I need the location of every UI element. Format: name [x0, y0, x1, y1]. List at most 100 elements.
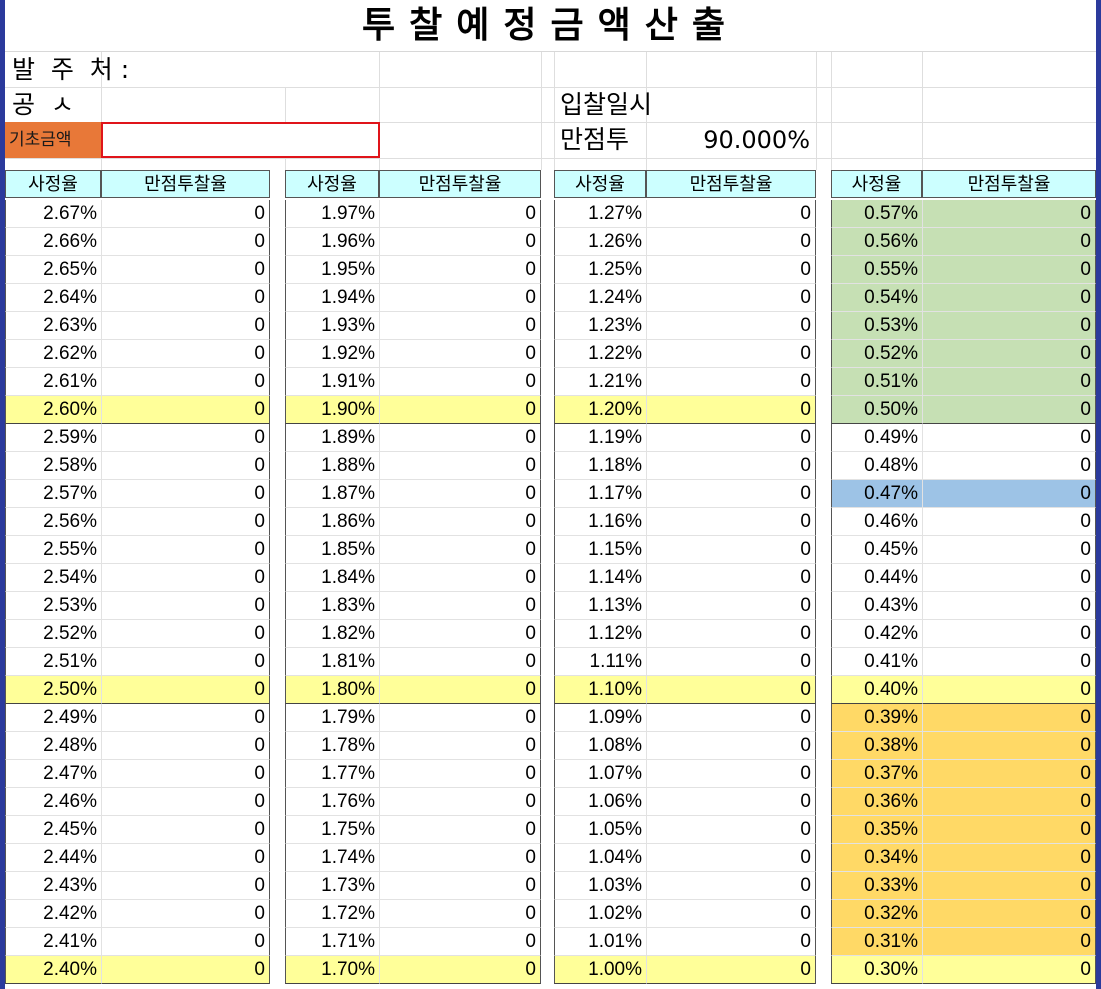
- column-header-rate[interactable]: 사정율: [285, 170, 379, 198]
- rate-cell[interactable]: 1.75%: [285, 816, 379, 844]
- rate-cell[interactable]: 1.80%: [285, 676, 379, 704]
- ratio-cell[interactable]: 0: [646, 788, 816, 816]
- ratio-cell[interactable]: 0: [379, 452, 541, 480]
- full-score-value[interactable]: 90.000%: [650, 123, 810, 157]
- rate-cell[interactable]: 1.10%: [554, 676, 646, 704]
- ratio-cell[interactable]: 0: [646, 340, 816, 368]
- ratio-cell[interactable]: 0: [379, 676, 541, 704]
- rate-cell[interactable]: 2.48%: [5, 732, 101, 760]
- rate-cell[interactable]: 0.37%: [831, 760, 922, 788]
- ratio-cell[interactable]: 0: [379, 732, 541, 760]
- rate-cell[interactable]: 1.03%: [554, 872, 646, 900]
- rate-cell[interactable]: 1.26%: [554, 228, 646, 256]
- ratio-cell[interactable]: 0: [646, 256, 816, 284]
- ratio-cell[interactable]: 0: [922, 396, 1096, 424]
- rate-cell[interactable]: 1.00%: [554, 956, 646, 984]
- rate-cell[interactable]: 2.49%: [5, 704, 101, 732]
- rate-cell[interactable]: 2.47%: [5, 760, 101, 788]
- ratio-cell[interactable]: 0: [379, 396, 541, 424]
- ratio-cell[interactable]: 0: [646, 648, 816, 676]
- ratio-cell[interactable]: 0: [646, 928, 816, 956]
- rate-cell[interactable]: 1.89%: [285, 424, 379, 452]
- rate-cell[interactable]: 1.15%: [554, 536, 646, 564]
- ratio-cell[interactable]: 0: [646, 396, 816, 424]
- rate-cell[interactable]: 2.52%: [5, 620, 101, 648]
- rate-cell[interactable]: 0.49%: [831, 424, 922, 452]
- rate-cell[interactable]: 1.08%: [554, 732, 646, 760]
- rate-cell[interactable]: 1.22%: [554, 340, 646, 368]
- ratio-cell[interactable]: 0: [646, 760, 816, 788]
- ratio-cell[interactable]: 0: [379, 900, 541, 928]
- rate-cell[interactable]: 1.85%: [285, 536, 379, 564]
- ratio-cell[interactable]: 0: [101, 620, 270, 648]
- ratio-cell[interactable]: 0: [922, 816, 1096, 844]
- rate-cell[interactable]: 2.57%: [5, 480, 101, 508]
- rate-cell[interactable]: 1.02%: [554, 900, 646, 928]
- ratio-cell[interactable]: 0: [101, 228, 270, 256]
- ratio-cell[interactable]: 0: [101, 368, 270, 396]
- ratio-cell[interactable]: 0: [101, 816, 270, 844]
- ratio-cell[interactable]: 0: [379, 256, 541, 284]
- ratio-cell[interactable]: 0: [101, 956, 270, 984]
- ratio-cell[interactable]: 0: [922, 928, 1096, 956]
- column-header-rate[interactable]: 사정율: [831, 170, 922, 198]
- rate-cell[interactable]: 0.56%: [831, 228, 922, 256]
- ratio-cell[interactable]: 0: [922, 704, 1096, 732]
- rate-cell[interactable]: 1.70%: [285, 956, 379, 984]
- rate-cell[interactable]: 1.16%: [554, 508, 646, 536]
- column-header-ratio[interactable]: 만점투찰율: [101, 170, 270, 198]
- ratio-cell[interactable]: 0: [646, 312, 816, 340]
- rate-cell[interactable]: 1.24%: [554, 284, 646, 312]
- rate-cell[interactable]: 1.14%: [554, 564, 646, 592]
- rate-cell[interactable]: 1.04%: [554, 844, 646, 872]
- rate-cell[interactable]: 2.58%: [5, 452, 101, 480]
- ratio-cell[interactable]: 0: [101, 312, 270, 340]
- rate-cell[interactable]: 1.27%: [554, 200, 646, 228]
- ratio-cell[interactable]: 0: [101, 452, 270, 480]
- rate-cell[interactable]: 0.54%: [831, 284, 922, 312]
- ratio-cell[interactable]: 0: [922, 536, 1096, 564]
- ratio-cell[interactable]: 0: [646, 480, 816, 508]
- ratio-cell[interactable]: 0: [922, 900, 1096, 928]
- rate-cell[interactable]: 2.43%: [5, 872, 101, 900]
- ratio-cell[interactable]: 0: [101, 256, 270, 284]
- rate-cell[interactable]: 0.31%: [831, 928, 922, 956]
- rate-cell[interactable]: 1.82%: [285, 620, 379, 648]
- rate-cell[interactable]: 0.35%: [831, 816, 922, 844]
- ratio-cell[interactable]: 0: [922, 228, 1096, 256]
- rate-cell[interactable]: 1.88%: [285, 452, 379, 480]
- rate-cell[interactable]: 0.46%: [831, 508, 922, 536]
- rate-cell[interactable]: 1.78%: [285, 732, 379, 760]
- rate-cell[interactable]: 1.87%: [285, 480, 379, 508]
- rate-cell[interactable]: 0.41%: [831, 648, 922, 676]
- ratio-cell[interactable]: 0: [379, 228, 541, 256]
- ratio-cell[interactable]: 0: [922, 620, 1096, 648]
- ratio-cell[interactable]: 0: [101, 704, 270, 732]
- ratio-cell[interactable]: 0: [379, 508, 541, 536]
- ratio-cell[interactable]: 0: [922, 956, 1096, 984]
- rate-cell[interactable]: 1.01%: [554, 928, 646, 956]
- rate-cell[interactable]: 1.93%: [285, 312, 379, 340]
- rate-cell[interactable]: 2.64%: [5, 284, 101, 312]
- rate-cell[interactable]: 0.44%: [831, 564, 922, 592]
- ratio-cell[interactable]: 0: [101, 788, 270, 816]
- rate-cell[interactable]: 1.71%: [285, 928, 379, 956]
- ratio-cell[interactable]: 0: [101, 676, 270, 704]
- ratio-cell[interactable]: 0: [922, 312, 1096, 340]
- column-header-rate[interactable]: 사정율: [5, 170, 101, 198]
- ratio-cell[interactable]: 0: [101, 536, 270, 564]
- rate-cell[interactable]: 2.63%: [5, 312, 101, 340]
- ratio-cell[interactable]: 0: [922, 200, 1096, 228]
- rate-cell[interactable]: 0.32%: [831, 900, 922, 928]
- ratio-cell[interactable]: 0: [101, 928, 270, 956]
- column-header-ratio[interactable]: 만점투찰율: [646, 170, 816, 198]
- ratio-cell[interactable]: 0: [101, 844, 270, 872]
- ratio-cell[interactable]: 0: [646, 536, 816, 564]
- ratio-cell[interactable]: 0: [922, 452, 1096, 480]
- ratio-cell[interactable]: 0: [646, 200, 816, 228]
- rate-cell[interactable]: 2.53%: [5, 592, 101, 620]
- rate-cell[interactable]: 2.45%: [5, 816, 101, 844]
- rate-cell[interactable]: 0.50%: [831, 396, 922, 424]
- rate-cell[interactable]: 0.40%: [831, 676, 922, 704]
- ratio-cell[interactable]: 0: [646, 452, 816, 480]
